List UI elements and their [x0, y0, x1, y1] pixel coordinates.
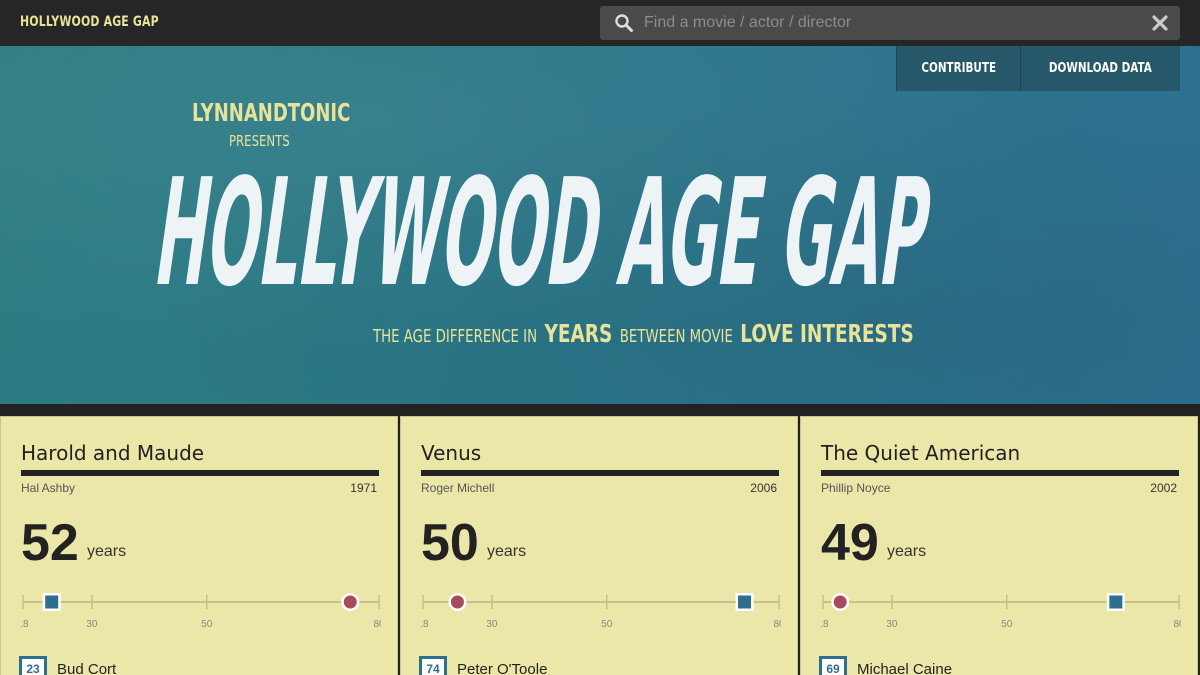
tagline: THE AGE DIFFERENCE IN YEARS BETWEEN MOVI… — [373, 319, 914, 348]
movie-title: The Quiet American — [821, 441, 1021, 465]
search-input[interactable] — [644, 6, 1134, 40]
scale-tick-label: 50 — [1001, 619, 1013, 630]
age-scale: 18 30 50 80 — [21, 593, 381, 630]
top-bar: HOLLYWOOD AGE GAP — [0, 0, 1200, 46]
hero-title: HOLLYWOOD AGE GAP — [147, 148, 941, 320]
actor2-age-marker — [450, 595, 464, 609]
age-gap-unit: years — [87, 543, 127, 560]
movie-director: Roger Michell — [421, 481, 495, 495]
tagline-part2: BETWEEN MOVIE — [619, 326, 733, 347]
scale-tick-label: 80 — [373, 619, 381, 630]
actor-row: 23 Bud Cort — [19, 656, 116, 675]
age-gap-value: 49 — [821, 514, 879, 572]
age-gap-unit: years — [887, 543, 927, 560]
age-gap-value: 52 — [21, 514, 79, 572]
tagline-love: LOVE INTERESTS — [740, 319, 914, 348]
movie-director: Phillip Noyce — [821, 481, 891, 495]
movie-card[interactable]: Venus Roger Michell 2006 50 years 18 30 50… — [400, 416, 798, 675]
age-scale: 18 30 50 80 — [421, 593, 781, 630]
scale-tick-label: 18 — [21, 619, 29, 630]
movie-title: Harold and Maude — [21, 441, 205, 465]
actor1-age-marker — [1109, 595, 1123, 609]
scale-tick-label: 30 — [486, 619, 498, 630]
actor2-age-marker — [833, 595, 847, 609]
actor1-age-marker — [45, 595, 59, 609]
age-gap-value: 50 — [421, 514, 479, 572]
scale-tick-label: 50 — [601, 619, 613, 630]
scale-tick-label: 50 — [201, 619, 213, 630]
movie-title: Venus — [421, 441, 482, 465]
actor-age-badge: 23 — [19, 656, 47, 675]
actor2-age-marker — [343, 595, 357, 609]
actor-name[interactable]: Bud Cort — [57, 661, 116, 675]
scale-tick-label: 18 — [421, 619, 429, 630]
close-icon[interactable] — [1150, 13, 1170, 33]
tagline-part1: THE AGE DIFFERENCE IN — [373, 326, 538, 347]
actor-row: 69 Michael Caine — [819, 656, 952, 675]
search-icon — [615, 14, 633, 32]
movie-year: 2006 — [750, 481, 777, 495]
movie-year: 1971 — [350, 481, 377, 495]
movie-cards: Harold and Maude Hal Ashby 1971 52 years… — [0, 416, 1200, 675]
hero-title-text: HOLLYWOOD AGE GAP — [147, 148, 941, 320]
search-box — [600, 6, 1180, 40]
actor-age-badge: 69 — [819, 656, 847, 675]
age-scale: 18 30 50 80 — [821, 593, 1181, 630]
movie-card[interactable]: Harold and Maude Hal Ashby 1971 52 years… — [0, 416, 398, 675]
actor-row: 74 Peter O'Toole — [419, 656, 547, 675]
age-gap-unit: years — [487, 543, 527, 560]
hero-banner: CONTRIBUTE DOWNLOAD DATA LYNNANDTONIC PR… — [0, 46, 1200, 404]
title-rule — [21, 470, 379, 476]
movie-card[interactable]: The Quiet American Phillip Noyce 2002 49… — [800, 416, 1198, 675]
title-rule — [421, 470, 779, 476]
tagline-years: YEARS — [544, 319, 613, 348]
title-rule — [821, 470, 1179, 476]
scale-tick-label: 80 — [773, 619, 781, 630]
section-divider — [0, 404, 1200, 416]
actor-name[interactable]: Peter O'Toole — [457, 661, 547, 675]
scale-tick-label: 30 — [886, 619, 898, 630]
scale-tick-label: 80 — [1173, 619, 1181, 630]
movie-year: 2002 — [1150, 481, 1177, 495]
actor1-age-marker — [738, 595, 752, 609]
movie-director: Hal Ashby — [21, 481, 76, 495]
actor-name[interactable]: Michael Caine — [857, 661, 952, 675]
brand-logo[interactable]: HOLLYWOOD AGE GAP — [20, 14, 159, 30]
scale-tick-label: 18 — [821, 619, 829, 630]
scale-tick-label: 30 — [86, 619, 98, 630]
actor-age-badge: 74 — [419, 656, 447, 675]
